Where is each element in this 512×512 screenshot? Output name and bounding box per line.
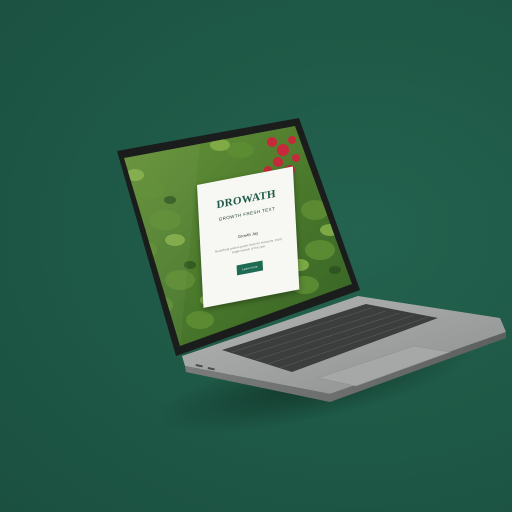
website-hero-card: DROWATH GROWTH FRESH TEXT Growth Jay Nou… xyxy=(197,166,300,308)
cta-button[interactable]: Learn more xyxy=(236,260,264,276)
site-logo[interactable]: DROWATH xyxy=(198,184,294,214)
product-mockup-scene: DROWATH GROWTH FRESH TEXT Growth Jay Nou… xyxy=(0,0,512,512)
